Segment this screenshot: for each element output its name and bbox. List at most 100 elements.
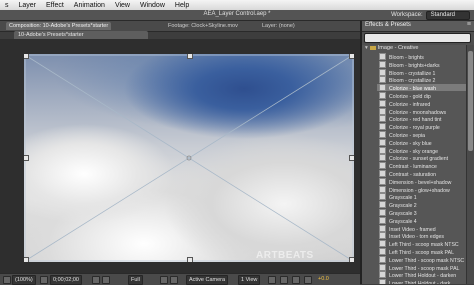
menu-item-help[interactable]: Help bbox=[170, 2, 194, 9]
effect-preset-item[interactable]: Bloom - crystallize 2 bbox=[377, 76, 466, 84]
effect-preset-item[interactable]: Bloom - crystallize 1 bbox=[377, 68, 466, 76]
panel-title[interactable]: Effects & Presets bbox=[365, 22, 411, 28]
preset-icon bbox=[379, 154, 386, 162]
pixel-aspect-icon[interactable] bbox=[268, 276, 276, 284]
show-snapshot-icon[interactable] bbox=[102, 276, 110, 284]
handle-bottom-center[interactable] bbox=[187, 257, 193, 262]
preset-label: Grayscale 1 bbox=[389, 195, 417, 201]
handle-bottom-left[interactable] bbox=[24, 257, 29, 262]
preset-label: Colorize - red hand tint bbox=[389, 117, 442, 123]
folder-icon bbox=[369, 45, 376, 50]
region-of-interest-icon[interactable] bbox=[160, 276, 168, 284]
preset-icon bbox=[379, 170, 386, 177]
effect-preset-item[interactable]: Grayscale 2 bbox=[377, 201, 466, 209]
composition-subtab[interactable]: 10-Adobe's Presets*starter bbox=[14, 31, 148, 39]
effect-preset-item[interactable]: Contrast - saturation bbox=[377, 170, 466, 177]
effect-preset-item[interactable]: Colorize - moonshadows bbox=[377, 107, 466, 115]
category-image-creative[interactable]: ▾ Image - Creative bbox=[365, 45, 418, 51]
disclosure-triangle-icon[interactable]: ▾ bbox=[365, 45, 368, 51]
scrollbar-thumb[interactable] bbox=[468, 51, 473, 151]
effect-preset-item[interactable]: Grayscale 4 bbox=[377, 216, 466, 224]
preset-icon bbox=[379, 271, 386, 279]
effect-preset-item[interactable]: Lower Third Holdout - darken bbox=[377, 271, 466, 279]
effects-list-scrollbar[interactable] bbox=[466, 45, 474, 284]
tab-composition[interactable]: Composition: 10-Adobe's Presets*starter bbox=[6, 22, 112, 30]
preset-label: Colorize - sunset gradient bbox=[389, 156, 449, 162]
effects-presets-panel: Effects & Presets ≡ ▾ Image - Creative Bl… bbox=[362, 21, 474, 284]
timeline-icon[interactable] bbox=[292, 276, 300, 284]
preset-label: Grayscale 4 bbox=[389, 218, 417, 224]
preset-label: Colorize - sky orange bbox=[389, 148, 439, 154]
menu-item-effect[interactable]: Effect bbox=[41, 2, 69, 9]
effects-search-input[interactable] bbox=[364, 33, 471, 43]
menu-item-animation[interactable]: Animation bbox=[69, 2, 110, 9]
preset-icon bbox=[379, 76, 386, 84]
menu-item-window[interactable]: Window bbox=[135, 2, 170, 9]
menu-item[interactable]: s bbox=[0, 2, 14, 9]
effect-preset-item[interactable]: Colorize - sepia bbox=[377, 131, 466, 138]
effect-preset-item[interactable]: Contrast - luminance bbox=[377, 162, 466, 170]
effect-preset-item[interactable]: Colorize - sky blue bbox=[377, 138, 466, 146]
preset-icon bbox=[379, 193, 386, 201]
tab-footage[interactable]: Footage: Clock+Skyline.mov bbox=[168, 22, 238, 30]
workspace-selector[interactable]: Workspace: Standard bbox=[391, 11, 470, 20]
handle-top-right[interactable] bbox=[349, 54, 354, 59]
effect-preset-item[interactable]: Lower Third - scoop mask NTSC bbox=[377, 255, 466, 263]
snapshot-icon[interactable] bbox=[92, 276, 100, 284]
preset-icon bbox=[379, 99, 386, 107]
effect-preset-item[interactable]: Grayscale 1 bbox=[377, 193, 466, 201]
effect-preset-item[interactable]: Left Third - scoop mask NTSC bbox=[377, 240, 466, 248]
workspace-label: Workspace: bbox=[391, 12, 423, 18]
effect-preset-item[interactable]: Bloom - brights bbox=[377, 53, 466, 60]
preset-icon bbox=[379, 232, 386, 240]
handle-bottom-right[interactable] bbox=[349, 257, 354, 262]
panel-menu-icon[interactable]: ≡ bbox=[467, 21, 471, 28]
effect-preset-item[interactable]: Dimension - glow+shadow bbox=[377, 185, 466, 193]
effect-preset-item[interactable]: Bloom - brights+darks bbox=[377, 60, 466, 68]
effect-preset-item[interactable]: Dimension - bevel+shadow bbox=[377, 177, 466, 185]
effect-preset-item[interactable]: Lower Third - scoop mask PAL bbox=[377, 263, 466, 271]
resolution-icon[interactable] bbox=[40, 276, 48, 284]
effect-preset-item[interactable]: Grayscale 3 bbox=[377, 209, 466, 216]
tab-layer[interactable]: Layer: (none) bbox=[262, 22, 295, 30]
effect-preset-item[interactable]: Lower Third Holdout - dark bbox=[377, 279, 466, 284]
preset-label: Colorize - sky blue bbox=[389, 140, 432, 146]
preset-label: Colorize - blue wash bbox=[389, 86, 436, 92]
fast-previews-icon[interactable] bbox=[280, 276, 288, 284]
exposure-value[interactable]: +0.0 bbox=[318, 275, 329, 283]
handle-top-left[interactable] bbox=[24, 54, 29, 59]
preset-icon bbox=[379, 255, 386, 263]
preset-icon bbox=[379, 115, 386, 123]
flowchart-icon[interactable] bbox=[304, 276, 312, 284]
preset-label: Dimension - bevel+shadow bbox=[389, 179, 452, 185]
workspace-value[interactable]: Standard bbox=[425, 11, 470, 20]
effect-preset-item[interactable]: Colorize - blue wash bbox=[377, 84, 466, 92]
preview-toggle-icon[interactable] bbox=[3, 276, 11, 284]
preset-icon bbox=[379, 248, 386, 255]
transparency-grid-icon[interactable] bbox=[170, 276, 178, 284]
effect-preset-item[interactable]: Inset Video - torn edges bbox=[377, 232, 466, 240]
menu-item-layer[interactable]: Layer bbox=[14, 2, 42, 9]
preset-label: Bloom - brights bbox=[389, 55, 424, 60]
effect-preset-item[interactable]: Colorize - sky orange bbox=[377, 146, 466, 154]
handle-top-center[interactable] bbox=[187, 54, 193, 59]
effect-preset-item[interactable]: Colorize - gold dip bbox=[377, 92, 466, 99]
menu-item-view[interactable]: View bbox=[110, 2, 135, 9]
handle-middle-right[interactable] bbox=[349, 155, 354, 161]
effect-preset-item[interactable]: Left Third - scoop mask PAL bbox=[377, 248, 466, 255]
effect-preset-item[interactable]: Colorize - infrared bbox=[377, 99, 466, 107]
preset-icon bbox=[379, 162, 386, 170]
effect-preset-item[interactable]: Colorize - red hand tint bbox=[377, 115, 466, 123]
effect-preset-item[interactable]: Inset Video - framed bbox=[377, 224, 466, 232]
handle-middle-left[interactable] bbox=[24, 155, 29, 161]
artbeats-watermark: ARTBEATS bbox=[256, 250, 314, 261]
preset-icon bbox=[379, 107, 386, 115]
effect-preset-item[interactable]: Colorize - royal purple bbox=[377, 123, 466, 131]
preset-icon bbox=[379, 201, 386, 209]
composition-canvas[interactable]: ARTBEATS bbox=[24, 54, 354, 262]
preset-label: Colorize - moonshadows bbox=[389, 109, 447, 115]
effect-preset-item[interactable]: Colorize - sunset gradient bbox=[377, 154, 466, 162]
preset-label: Inset Video - torn edges bbox=[389, 234, 444, 240]
preset-label: Grayscale 2 bbox=[389, 203, 417, 209]
preset-icon bbox=[379, 123, 386, 131]
